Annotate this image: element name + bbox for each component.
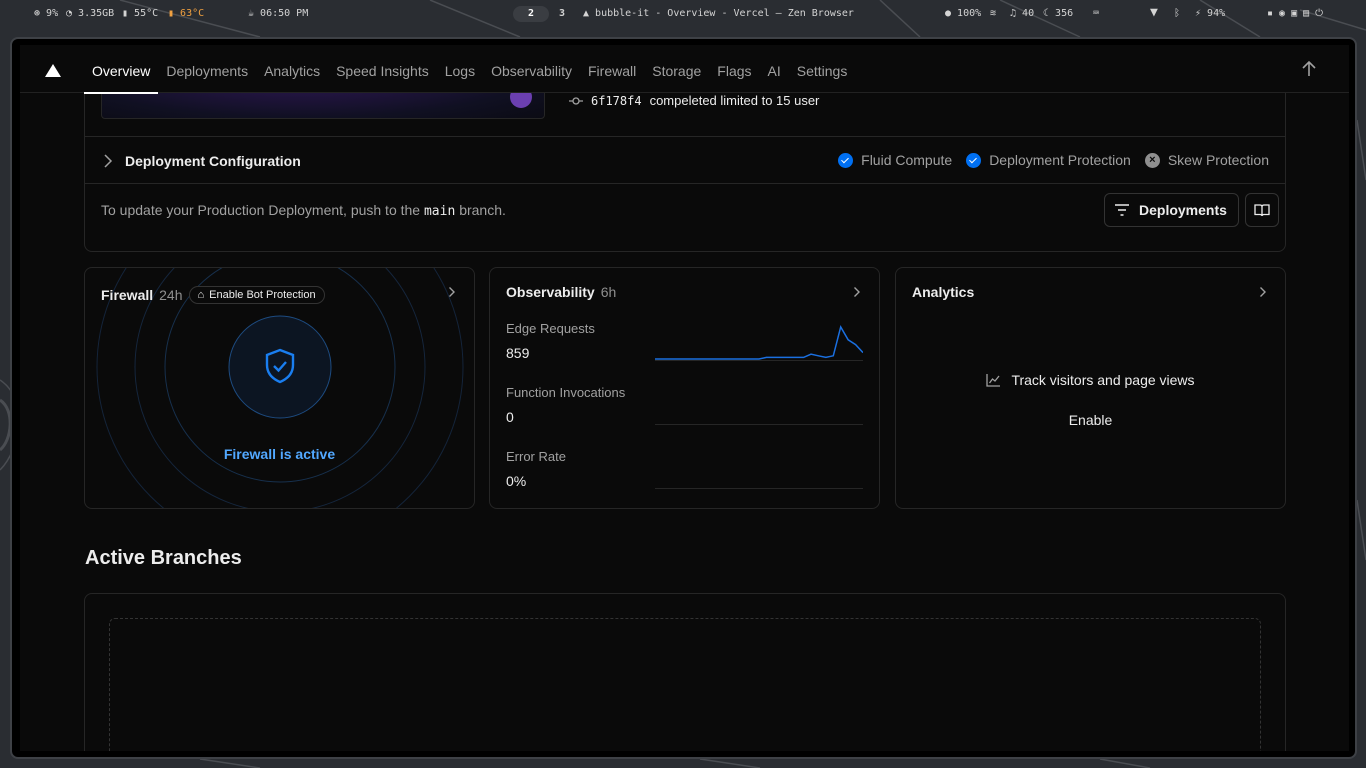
keyboard-icon: ⌨ — [1093, 8, 1100, 19]
wifi-small-icon: ≋ — [990, 8, 997, 19]
branch-code: main — [423, 204, 456, 219]
tab-deployments[interactable]: Deployments — [158, 45, 256, 93]
active-branches-title: Active Branches — [85, 547, 242, 569]
bluetooth-icon[interactable]: ᛒ — [1174, 8, 1180, 19]
observability-title: Observability 6h — [506, 284, 617, 300]
error-rate-baseline — [655, 488, 863, 489]
check-circle-icon — [838, 152, 854, 168]
tab-overview[interactable]: Overview — [84, 45, 159, 94]
night-indicator[interactable]: ☾ 356 — [1043, 8, 1073, 19]
deployment-configuration-row[interactable]: Deployment Configuration Fluid Compute D… — [85, 136, 1285, 184]
tab-storage[interactable]: Storage — [644, 45, 709, 93]
brightness-indicator[interactable]: ● 100% — [945, 8, 981, 19]
deployment-commit[interactable]: 6f178f4 compeleted limited to 15 user — [569, 93, 819, 108]
fluid-compute-badge: Fluid Compute — [838, 152, 952, 168]
analytics-card[interactable]: Analytics Track visitors and page views … — [895, 267, 1286, 509]
active-branches-placeholder — [109, 618, 1261, 751]
enable-bot-protection-button[interactable]: ⌂ Enable Bot Protection — [188, 286, 325, 304]
cpu-indicator: ⊛ 9% — [34, 8, 59, 19]
line-chart-icon — [986, 374, 1001, 387]
tab-settings[interactable]: Settings — [789, 45, 856, 93]
enable-analytics-button[interactable]: Enable — [896, 412, 1285, 428]
bot-icon: ⌂ — [197, 289, 205, 301]
chevron-right-icon — [104, 154, 113, 168]
wifi-icon[interactable]: ▼ — [1150, 5, 1158, 20]
tab-flags[interactable]: Flags — [709, 45, 759, 93]
tray-icons[interactable]: ▪ ◉ ▣ ▤ ⏻ — [1267, 8, 1323, 19]
deployment-configuration-title: Deployment Configuration — [125, 153, 301, 169]
memory-indicator: ◔ 3.35GB — [66, 8, 115, 19]
project-nav: Overview Deployments Analytics Speed Insigh… — [20, 45, 1349, 94]
volume-indicator[interactable]: ♫ 40 — [1010, 8, 1034, 19]
tab-observability[interactable]: Observability — [483, 45, 580, 93]
tab-speed-insights[interactable]: Speed Insights — [328, 45, 437, 93]
arrow-up-icon[interactable] — [1299, 59, 1319, 79]
workspace-3[interactable]: 3 — [559, 8, 565, 19]
update-instruction: To update your Production Deployment, pu… — [101, 202, 506, 219]
observability-card[interactable]: Observability 6h Edge Requests 859 Functi… — [489, 267, 880, 509]
workspace-active[interactable]: 2 — [513, 6, 549, 22]
shield-check-icon — [265, 348, 295, 384]
function-invocations-baseline — [655, 424, 863, 425]
active-window-title: ▲ bubble-it - Overview - Vercel — Zen Br… — [583, 8, 854, 19]
system-bar: ⊛ 9% ◔ 3.35GB ▮ 55°C ▮ 63°C ☕ 06:50 PM 2… — [0, 0, 1366, 28]
temp-hot-indicator: ▮ 63°C — [168, 8, 205, 19]
error-rate-label: Error Rate — [506, 449, 566, 464]
browser-window: ⑂ main 6f178f4 compeleted limited to 15 … — [10, 37, 1357, 759]
commit-message[interactable]: compeleted limited to 15 user — [650, 93, 820, 108]
skew-protection-badge: × Skew Protection — [1144, 152, 1269, 168]
function-invocations-value: 0 — [506, 409, 514, 425]
battery-indicator: ⚡ 94% — [1195, 8, 1226, 19]
deployments-button[interactable]: Deployments — [1104, 193, 1239, 227]
error-rate-value: 0% — [506, 473, 527, 489]
page-content: ⑂ main 6f178f4 compeleted limited to 15 … — [20, 45, 1349, 751]
firewall-rings — [96, 268, 464, 508]
analytics-title: Analytics — [912, 284, 975, 300]
tab-ai[interactable]: AI — [760, 45, 789, 93]
tab-analytics[interactable]: Analytics — [256, 45, 328, 93]
filter-icon — [1115, 204, 1129, 216]
temp-indicator: ▮ 55°C — [122, 8, 159, 19]
edge-requests-series-line — [655, 325, 863, 360]
chevron-right-icon[interactable] — [853, 286, 861, 298]
active-branches-card — [84, 593, 1286, 751]
check-circle-icon — [966, 152, 982, 168]
deployment-protection-badge: Deployment Protection — [966, 152, 1131, 168]
configuration-badges: Fluid Compute Deployment Protection × Ske… — [838, 152, 1269, 168]
edge-requests-label: Edge Requests — [506, 321, 595, 336]
book-open-icon — [1254, 204, 1270, 217]
vercel-logo-icon[interactable] — [45, 64, 61, 77]
docs-button[interactable] — [1245, 193, 1279, 227]
chevron-right-icon[interactable] — [1259, 286, 1267, 298]
tab-firewall[interactable]: Firewall — [580, 45, 644, 93]
clock: ☕ 06:50 PM — [248, 8, 309, 19]
analytics-empty-state: Track visitors and page views — [896, 372, 1285, 388]
edge-requests-value: 859 — [506, 345, 530, 361]
commit-hash[interactable]: 6f178f4 — [591, 94, 642, 108]
edge-requests-sparkline — [655, 325, 863, 360]
tab-logs[interactable]: Logs — [437, 45, 483, 93]
commit-icon — [569, 96, 583, 105]
firewall-status: Firewall is active — [223, 446, 336, 462]
nav-tabs: Overview Deployments Analytics Speed Insigh… — [84, 45, 856, 94]
firewall-title: Firewall 24h ⌂ Enable Bot Protection — [101, 286, 325, 304]
function-invocations-label: Function Invocations — [506, 385, 626, 400]
page-viewport: ⑂ main 6f178f4 compeleted limited to 15 … — [20, 45, 1349, 751]
x-circle-icon: × — [1144, 152, 1160, 168]
chevron-right-icon[interactable] — [448, 286, 456, 298]
firewall-card[interactable]: Firewall 24h ⌂ Enable Bot Protection Firew… — [84, 267, 475, 509]
